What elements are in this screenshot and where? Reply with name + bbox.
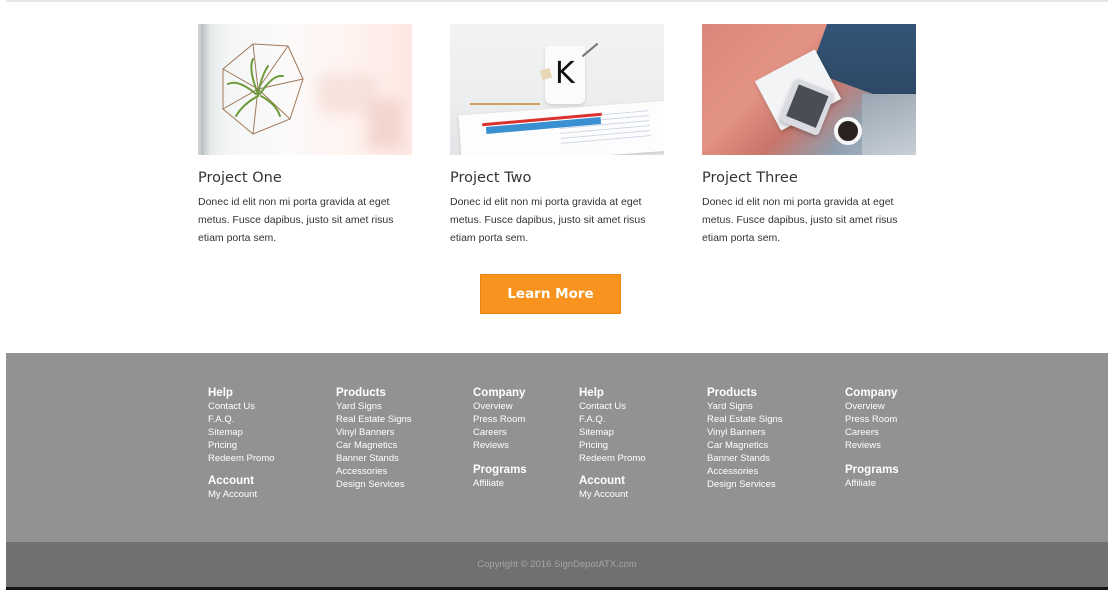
footer-link[interactable]: Press Room [473, 413, 527, 426]
footer-link[interactable]: Sitemap [579, 426, 646, 439]
footer-heading: Help [579, 387, 604, 399]
copyright-bar: Copyright © 2016 SignDepotATX.com [6, 542, 1108, 587]
project-image-mug[interactable]: K [450, 24, 664, 155]
copyright-text: Copyright © 2016 SignDepotATX.com [477, 559, 637, 570]
project-card: K Project Two Donec id elit non mi porta… [450, 24, 666, 247]
project-image-plant[interactable] [198, 24, 412, 155]
footer-link[interactable]: Press Room [845, 413, 899, 426]
footer-link[interactable]: Vinyl Banners [336, 426, 412, 439]
footer-heading: Help [208, 387, 233, 399]
footer-column: Help Contact Us F.A.Q. Sitemap Pricing R… [579, 386, 646, 501]
footer-heading: Company [845, 387, 898, 399]
footer-column: Company Overview Press Room Careers Revi… [473, 386, 527, 490]
footer-link[interactable]: Contact Us [579, 400, 646, 413]
footer-column: Help Contact Us F.A.Q. Sitemap Pricing R… [208, 386, 275, 501]
site-footer: Help Contact Us F.A.Q. Sitemap Pricing R… [6, 353, 1108, 542]
footer-link[interactable]: F.A.Q. [579, 413, 646, 426]
project-description: Donec id elit non mi porta gravida at eg… [450, 196, 646, 244]
footer-link[interactable]: Yard Signs [336, 400, 412, 413]
project-card: Project One Donec id elit non mi porta g… [198, 24, 414, 247]
footer-link[interactable]: My Account [208, 488, 275, 501]
footer-link[interactable]: Real Estate Signs [336, 413, 412, 426]
footer-heading: Products [336, 387, 386, 399]
footer-link[interactable]: Overview [473, 400, 527, 413]
project-description: Donec id elit non mi porta gravida at eg… [198, 196, 394, 244]
footer-link[interactable]: Affiliate [473, 477, 527, 490]
footer-heading: Account [579, 475, 625, 487]
footer-link[interactable]: Careers [845, 426, 899, 439]
footer-link[interactable]: Pricing [208, 439, 275, 452]
footer-column: Products Yard Signs Real Estate Signs Vi… [707, 386, 783, 491]
footer-link[interactable]: Accessories [707, 465, 783, 478]
project-card: Project Three Donec id elit non mi porta… [702, 24, 918, 247]
project-description: Donec id elit non mi porta gravida at eg… [702, 196, 898, 244]
footer-link[interactable]: Careers [473, 426, 527, 439]
footer-link[interactable]: Affiliate [845, 477, 899, 490]
footer-link[interactable]: Banner Stands [336, 452, 412, 465]
footer-heading: Company [473, 387, 526, 399]
footer-heading: Programs [845, 464, 899, 476]
projects-section: Project One Donec id elit non mi porta g… [0, 24, 1108, 254]
footer-link[interactable]: Design Services [707, 478, 783, 491]
footer-link[interactable]: Reviews [473, 439, 527, 452]
footer-link[interactable]: My Account [579, 488, 646, 501]
footer-column: Company Overview Press Room Careers Revi… [845, 386, 899, 490]
footer-link[interactable]: Car Magnetics [707, 439, 783, 452]
project-title: Project Three [702, 170, 798, 186]
project-image-tablet[interactable] [702, 24, 916, 155]
footer-link[interactable]: Banner Stands [707, 452, 783, 465]
footer-link[interactable]: Pricing [579, 439, 646, 452]
footer-heading: Programs [473, 464, 527, 476]
top-divider [6, 0, 1108, 2]
footer-link[interactable]: Overview [845, 400, 899, 413]
footer-link[interactable]: Redeem Promo [579, 452, 646, 465]
footer-link[interactable]: F.A.Q. [208, 413, 275, 426]
footer-link[interactable]: Reviews [845, 439, 899, 452]
footer-column: Products Yard Signs Real Estate Signs Vi… [336, 386, 412, 491]
footer-link[interactable]: Yard Signs [707, 400, 783, 413]
learn-more-button[interactable]: Learn More [480, 274, 621, 314]
footer-link[interactable]: Design Services [336, 478, 412, 491]
project-title: Project One [198, 170, 282, 186]
footer-link[interactable]: Car Magnetics [336, 439, 412, 452]
footer-heading: Products [707, 387, 757, 399]
footer-link[interactable]: Sitemap [208, 426, 275, 439]
footer-link[interactable]: Vinyl Banners [707, 426, 783, 439]
project-title: Project Two [450, 170, 532, 186]
footer-link[interactable]: Redeem Promo [208, 452, 275, 465]
footer-link[interactable]: Real Estate Signs [707, 413, 783, 426]
footer-heading: Account [208, 475, 254, 487]
footer-link[interactable]: Accessories [336, 465, 412, 478]
mug-letter: K [555, 56, 575, 91]
footer-link[interactable]: Contact Us [208, 400, 275, 413]
